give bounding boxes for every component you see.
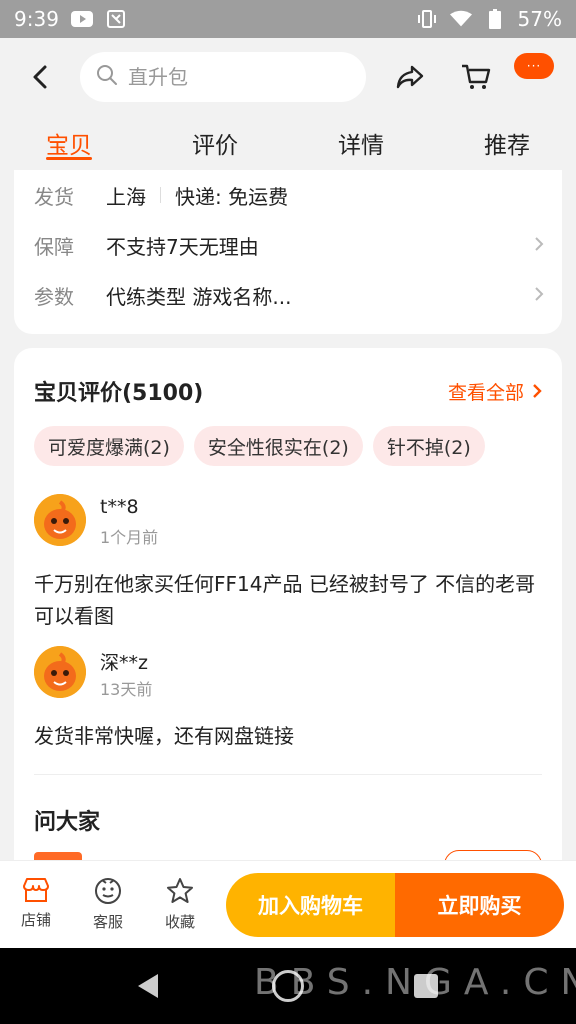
review-time: 1个月前: [100, 528, 159, 547]
app-icon: [105, 10, 127, 28]
ask-title: 问大家: [34, 810, 101, 835]
review-tag[interactable]: 针不掉(2): [372, 426, 485, 466]
shipping-delivery: 快递: 免运费: [175, 184, 289, 209]
tab-reviews[interactable]: 评价: [192, 116, 238, 170]
cart-button[interactable]: [454, 55, 498, 99]
share-icon: [396, 65, 424, 89]
info-card: 发货 上海 快递: 免运费 保障 不支持7天无理由 参数 代练类型 游戏名称..…: [14, 170, 562, 334]
watermark: BBS.NGA.CN: [254, 962, 576, 1003]
favorite-label: 收藏: [164, 913, 195, 931]
navigation-bar: BBS.NGA.CN: [0, 948, 576, 1024]
more-icon: ···: [526, 59, 542, 73]
review-tag[interactable]: 安全性很实在(2): [193, 426, 363, 466]
search-bar[interactable]: [80, 52, 366, 102]
battery-level: 57%: [517, 7, 562, 31]
wifi-icon: [449, 10, 472, 28]
cart-icon: [462, 64, 491, 89]
chevron-right-icon: [534, 233, 544, 257]
battery-icon: [484, 9, 506, 29]
shipping-location: 上海: [106, 184, 146, 209]
params-label: 参数: [34, 284, 74, 309]
divider: [160, 187, 161, 203]
params-value: 代练类型 游戏名称...: [106, 284, 292, 309]
shop-icon: [23, 878, 49, 902]
shipping-label: 发货: [34, 184, 74, 209]
chevron-right-icon: [534, 283, 544, 307]
review-item[interactable]: 深**z 13天前 发货非常快喔，还有网盘链接: [34, 646, 542, 756]
search-icon: [96, 64, 118, 90]
shop-label: 店铺: [20, 911, 51, 929]
tab-item[interactable]: 宝贝: [46, 116, 92, 170]
buy-now-button[interactable]: 立即购买: [395, 873, 564, 937]
divider: [34, 774, 542, 775]
back-arrow-icon: [33, 65, 47, 89]
back-button[interactable]: [18, 55, 62, 99]
avatar: [34, 494, 86, 546]
params-row[interactable]: 参数 代练类型 游戏名称...: [34, 270, 544, 320]
guarantee-row[interactable]: 保障 不支持7天无理由: [34, 220, 544, 270]
review-item[interactable]: t**8 1个月前 千万别在他家买任何FF14产品 已经被封号了 不信的老哥可以…: [34, 494, 542, 634]
service-button[interactable]: 客服: [78, 877, 138, 932]
add-to-cart-button[interactable]: 加入购物车: [226, 873, 395, 937]
service-icon: [95, 878, 121, 904]
review-user: 深**z: [100, 652, 148, 674]
shipping-row[interactable]: 发货 上海 快递: 免运费: [34, 170, 544, 220]
view-all-button[interactable]: 查看全部: [448, 378, 542, 405]
review-tag[interactable]: 可爱度爆满(2): [34, 426, 184, 466]
status-time: 9:39: [14, 7, 59, 31]
guarantee-label: 保障: [34, 234, 74, 259]
favorite-button[interactable]: 收藏: [150, 877, 210, 932]
reviews-header: 宝贝评价(5100) 查看全部: [34, 374, 542, 408]
purchase-buttons: 加入购物车 立即购买: [226, 873, 564, 937]
more-button[interactable]: ···: [514, 53, 554, 79]
tab-details[interactable]: 详情: [338, 116, 384, 170]
share-button[interactable]: [388, 55, 432, 99]
review-time: 13天前: [100, 680, 153, 699]
view-all-label: 查看全部: [447, 381, 524, 404]
vibrate-icon: [416, 10, 438, 28]
top-header: ···: [0, 38, 576, 116]
bottom-action-bar: 店铺 客服 收藏 加入购物车 立即购买: [0, 860, 576, 948]
review-text: 发货非常快喔，还有网盘链接: [34, 724, 294, 748]
tab-bar: 宝贝 评价 详情 推荐: [0, 116, 576, 170]
review-tags: 可爱度爆满(2) 安全性很实在(2) 针不掉(2): [34, 426, 485, 466]
avatar: [34, 646, 86, 698]
service-label: 客服: [92, 913, 123, 931]
star-icon: [167, 878, 193, 903]
review-text: 千万别在他家买任何FF14产品 已经被封号了 不信的老哥可以看图: [34, 572, 536, 628]
status-bar: 9:39 57%: [0, 0, 576, 38]
nav-back-icon[interactable]: [136, 972, 160, 1004]
reviews-title: 宝贝评价(5100): [34, 381, 204, 406]
reviews-card: 宝贝评价(5100) 查看全部 可爱度爆满(2) 安全性很实在(2) 针不掉(2…: [14, 348, 562, 888]
guarantee-value: 不支持7天无理由: [106, 234, 259, 259]
chevron-right-icon: [533, 384, 542, 398]
search-input[interactable]: [128, 65, 328, 89]
shop-button[interactable]: 店铺: [6, 877, 66, 930]
review-user: t**8: [100, 496, 139, 518]
youtube-icon: [70, 10, 93, 28]
tab-recommend[interactable]: 推荐: [484, 116, 530, 170]
